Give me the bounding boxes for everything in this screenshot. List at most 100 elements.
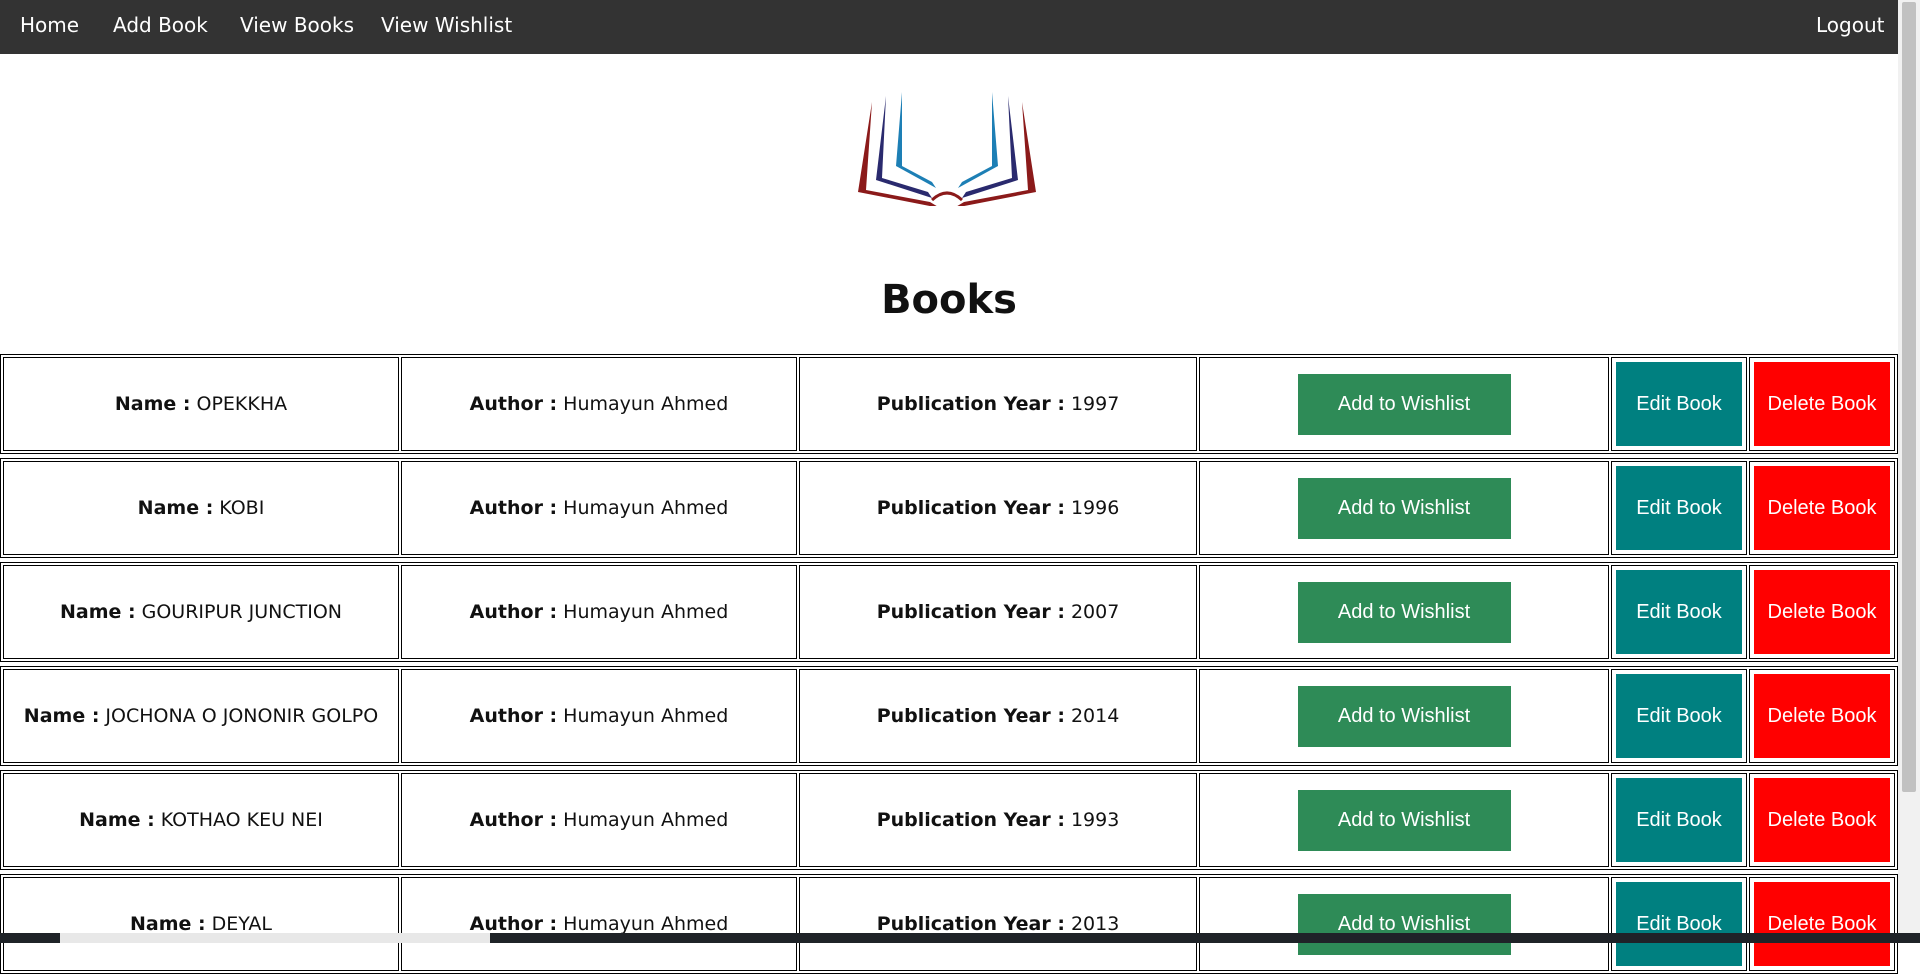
delete-book-button[interactable]: Delete Book <box>1754 570 1890 654</box>
edit-cell: Edit Book <box>1611 669 1747 763</box>
author-label: Author : <box>469 497 558 519</box>
taskbar <box>0 933 1920 943</box>
book-name-cell: Name : GOURIPUR JUNCTION <box>3 565 399 659</box>
books-table: Name : OPEKKHA Author : Humayun Ahmed Public… <box>0 354 1898 978</box>
vertical-scrollbar[interactable] <box>1898 0 1920 933</box>
taskbar-strip <box>60 933 490 943</box>
book-name-cell: Name : JOCHONA O JONONIR GOLPO <box>3 669 399 763</box>
name-label: Name : <box>60 601 136 623</box>
book-author: Humayun Ahmed <box>563 913 729 935</box>
book-author-cell: Author : Humayun Ahmed <box>401 669 797 763</box>
name-label: Name : <box>114 393 191 415</box>
book-row: Name : JOCHONA O JONONIR GOLPO Author : Hum… <box>0 666 1898 766</box>
nav-home-link[interactable]: Home <box>20 0 79 54</box>
delete-book-button[interactable]: Delete Book <box>1754 882 1890 966</box>
page-title: Books <box>881 277 1017 323</box>
nav-view-wishlist-link[interactable]: View Wishlist <box>381 0 512 54</box>
year-label: Publication Year : <box>876 809 1065 831</box>
book-name-cell: Name : OPEKKHA <box>3 357 399 451</box>
name-label: Name : <box>137 497 214 519</box>
book-name-cell: Name : KOTHAO KEU NEI <box>3 773 399 867</box>
book-author: Humayun Ahmed <box>563 393 729 415</box>
delete-cell: Delete Book <box>1749 565 1895 659</box>
author-label: Author : <box>469 705 558 727</box>
book-row: Name : OPEKKHA Author : Humayun Ahmed Public… <box>0 354 1898 454</box>
delete-cell: Delete Book <box>1749 669 1895 763</box>
edit-book-button[interactable]: Edit Book <box>1616 362 1742 446</box>
wishlist-cell: Add to Wishlist <box>1199 357 1609 451</box>
book-author: Humayun Ahmed <box>563 705 729 727</box>
add-to-wishlist-button[interactable]: Add to Wishlist <box>1297 477 1511 539</box>
delete-book-button[interactable]: Delete Book <box>1754 466 1890 550</box>
author-label: Author : <box>469 913 558 935</box>
delete-book-button[interactable]: Delete Book <box>1754 362 1890 446</box>
name-label: Name : <box>79 809 155 831</box>
book-row: Name : DEYAL Author : Humayun Ahmed Publicat… <box>0 874 1898 974</box>
book-year: 2013 <box>1070 913 1120 935</box>
delete-book-button[interactable]: Delete Book <box>1754 778 1890 862</box>
book-year: 1993 <box>1070 809 1120 831</box>
delete-book-button[interactable]: Delete Book <box>1754 674 1890 758</box>
book-author-cell: Author : Humayun Ahmed <box>401 357 797 451</box>
wishlist-cell: Add to Wishlist <box>1199 461 1609 555</box>
author-label: Author : <box>469 809 558 831</box>
nav-view-books-link[interactable]: View Books <box>240 0 354 54</box>
edit-book-button[interactable]: Edit Book <box>1616 882 1742 966</box>
book-year: 2014 <box>1070 705 1120 727</box>
year-label: Publication Year : <box>876 705 1065 727</box>
book-author-cell: Author : Humayun Ahmed <box>401 565 797 659</box>
book-author: Humayun Ahmed <box>563 809 729 831</box>
book-author-cell: Author : Humayun Ahmed <box>401 877 797 971</box>
add-to-wishlist-button[interactable]: Add to Wishlist <box>1297 373 1511 435</box>
book-name-cell: Name : KOBI <box>3 461 399 555</box>
edit-book-button[interactable]: Edit Book <box>1616 778 1742 862</box>
wishlist-cell: Add to Wishlist <box>1199 565 1609 659</box>
book-name: KOTHAO KEU NEI <box>160 809 323 831</box>
book-year-cell: Publication Year :1996 <box>799 461 1197 555</box>
wishlist-cell: Add to Wishlist <box>1199 877 1609 971</box>
nav-logout-link[interactable]: Logout <box>1816 0 1884 54</box>
edit-cell: Edit Book <box>1611 461 1747 555</box>
book-name: DEYAL <box>211 913 272 935</box>
delete-cell: Delete Book <box>1749 357 1895 451</box>
wishlist-cell: Add to Wishlist <box>1199 773 1609 867</box>
year-label: Publication Year : <box>876 601 1065 623</box>
open-book-logo-icon <box>858 92 1036 206</box>
delete-cell: Delete Book <box>1749 461 1895 555</box>
add-to-wishlist-button[interactable]: Add to Wishlist <box>1297 789 1511 851</box>
add-to-wishlist-button[interactable]: Add to Wishlist <box>1297 893 1511 955</box>
book-author-cell: Author : Humayun Ahmed <box>401 773 797 867</box>
book-author: Humayun Ahmed <box>563 497 729 519</box>
book-year-cell: Publication Year :2007 <box>799 565 1197 659</box>
scrollbar-thumb[interactable] <box>1902 2 1916 792</box>
book-row: Name : KOBI Author : Humayun Ahmed Publicati… <box>0 458 1898 558</box>
author-label: Author : <box>469 601 558 623</box>
wishlist-cell: Add to Wishlist <box>1199 669 1609 763</box>
delete-cell: Delete Book <box>1749 773 1895 867</box>
edit-book-button[interactable]: Edit Book <box>1616 570 1742 654</box>
name-label: Name : <box>130 913 206 935</box>
edit-book-button[interactable]: Edit Book <box>1616 674 1742 758</box>
book-year: 2007 <box>1070 601 1120 623</box>
edit-cell: Edit Book <box>1611 877 1747 971</box>
edit-cell: Edit Book <box>1611 357 1747 451</box>
book-name: JOCHONA O JONONIR GOLPO <box>105 705 379 727</box>
book-row: Name : GOURIPUR JUNCTION Author : Humayun A… <box>0 562 1898 662</box>
book-author: Humayun Ahmed <box>563 601 729 623</box>
top-navbar: Home Add Book View Books View Wishlist L… <box>0 0 1898 54</box>
book-name: GOURIPUR JUNCTION <box>141 601 342 623</box>
book-year-cell: Publication Year :2014 <box>799 669 1197 763</box>
book-year: 1997 <box>1070 393 1120 415</box>
edit-book-button[interactable]: Edit Book <box>1616 466 1742 550</box>
nav-add-book-link[interactable]: Add Book <box>113 0 208 54</box>
delete-cell: Delete Book <box>1749 877 1895 971</box>
add-to-wishlist-button[interactable]: Add to Wishlist <box>1297 685 1511 747</box>
book-year-cell: Publication Year :2013 <box>799 877 1197 971</box>
book-name-cell: Name : DEYAL <box>3 877 399 971</box>
year-label: Publication Year : <box>876 497 1065 519</box>
book-name: OPEKKHA <box>196 393 288 415</box>
book-year-cell: Publication Year :1997 <box>799 357 1197 451</box>
year-label: Publication Year : <box>876 393 1065 415</box>
add-to-wishlist-button[interactable]: Add to Wishlist <box>1297 581 1511 643</box>
edit-cell: Edit Book <box>1611 773 1747 867</box>
